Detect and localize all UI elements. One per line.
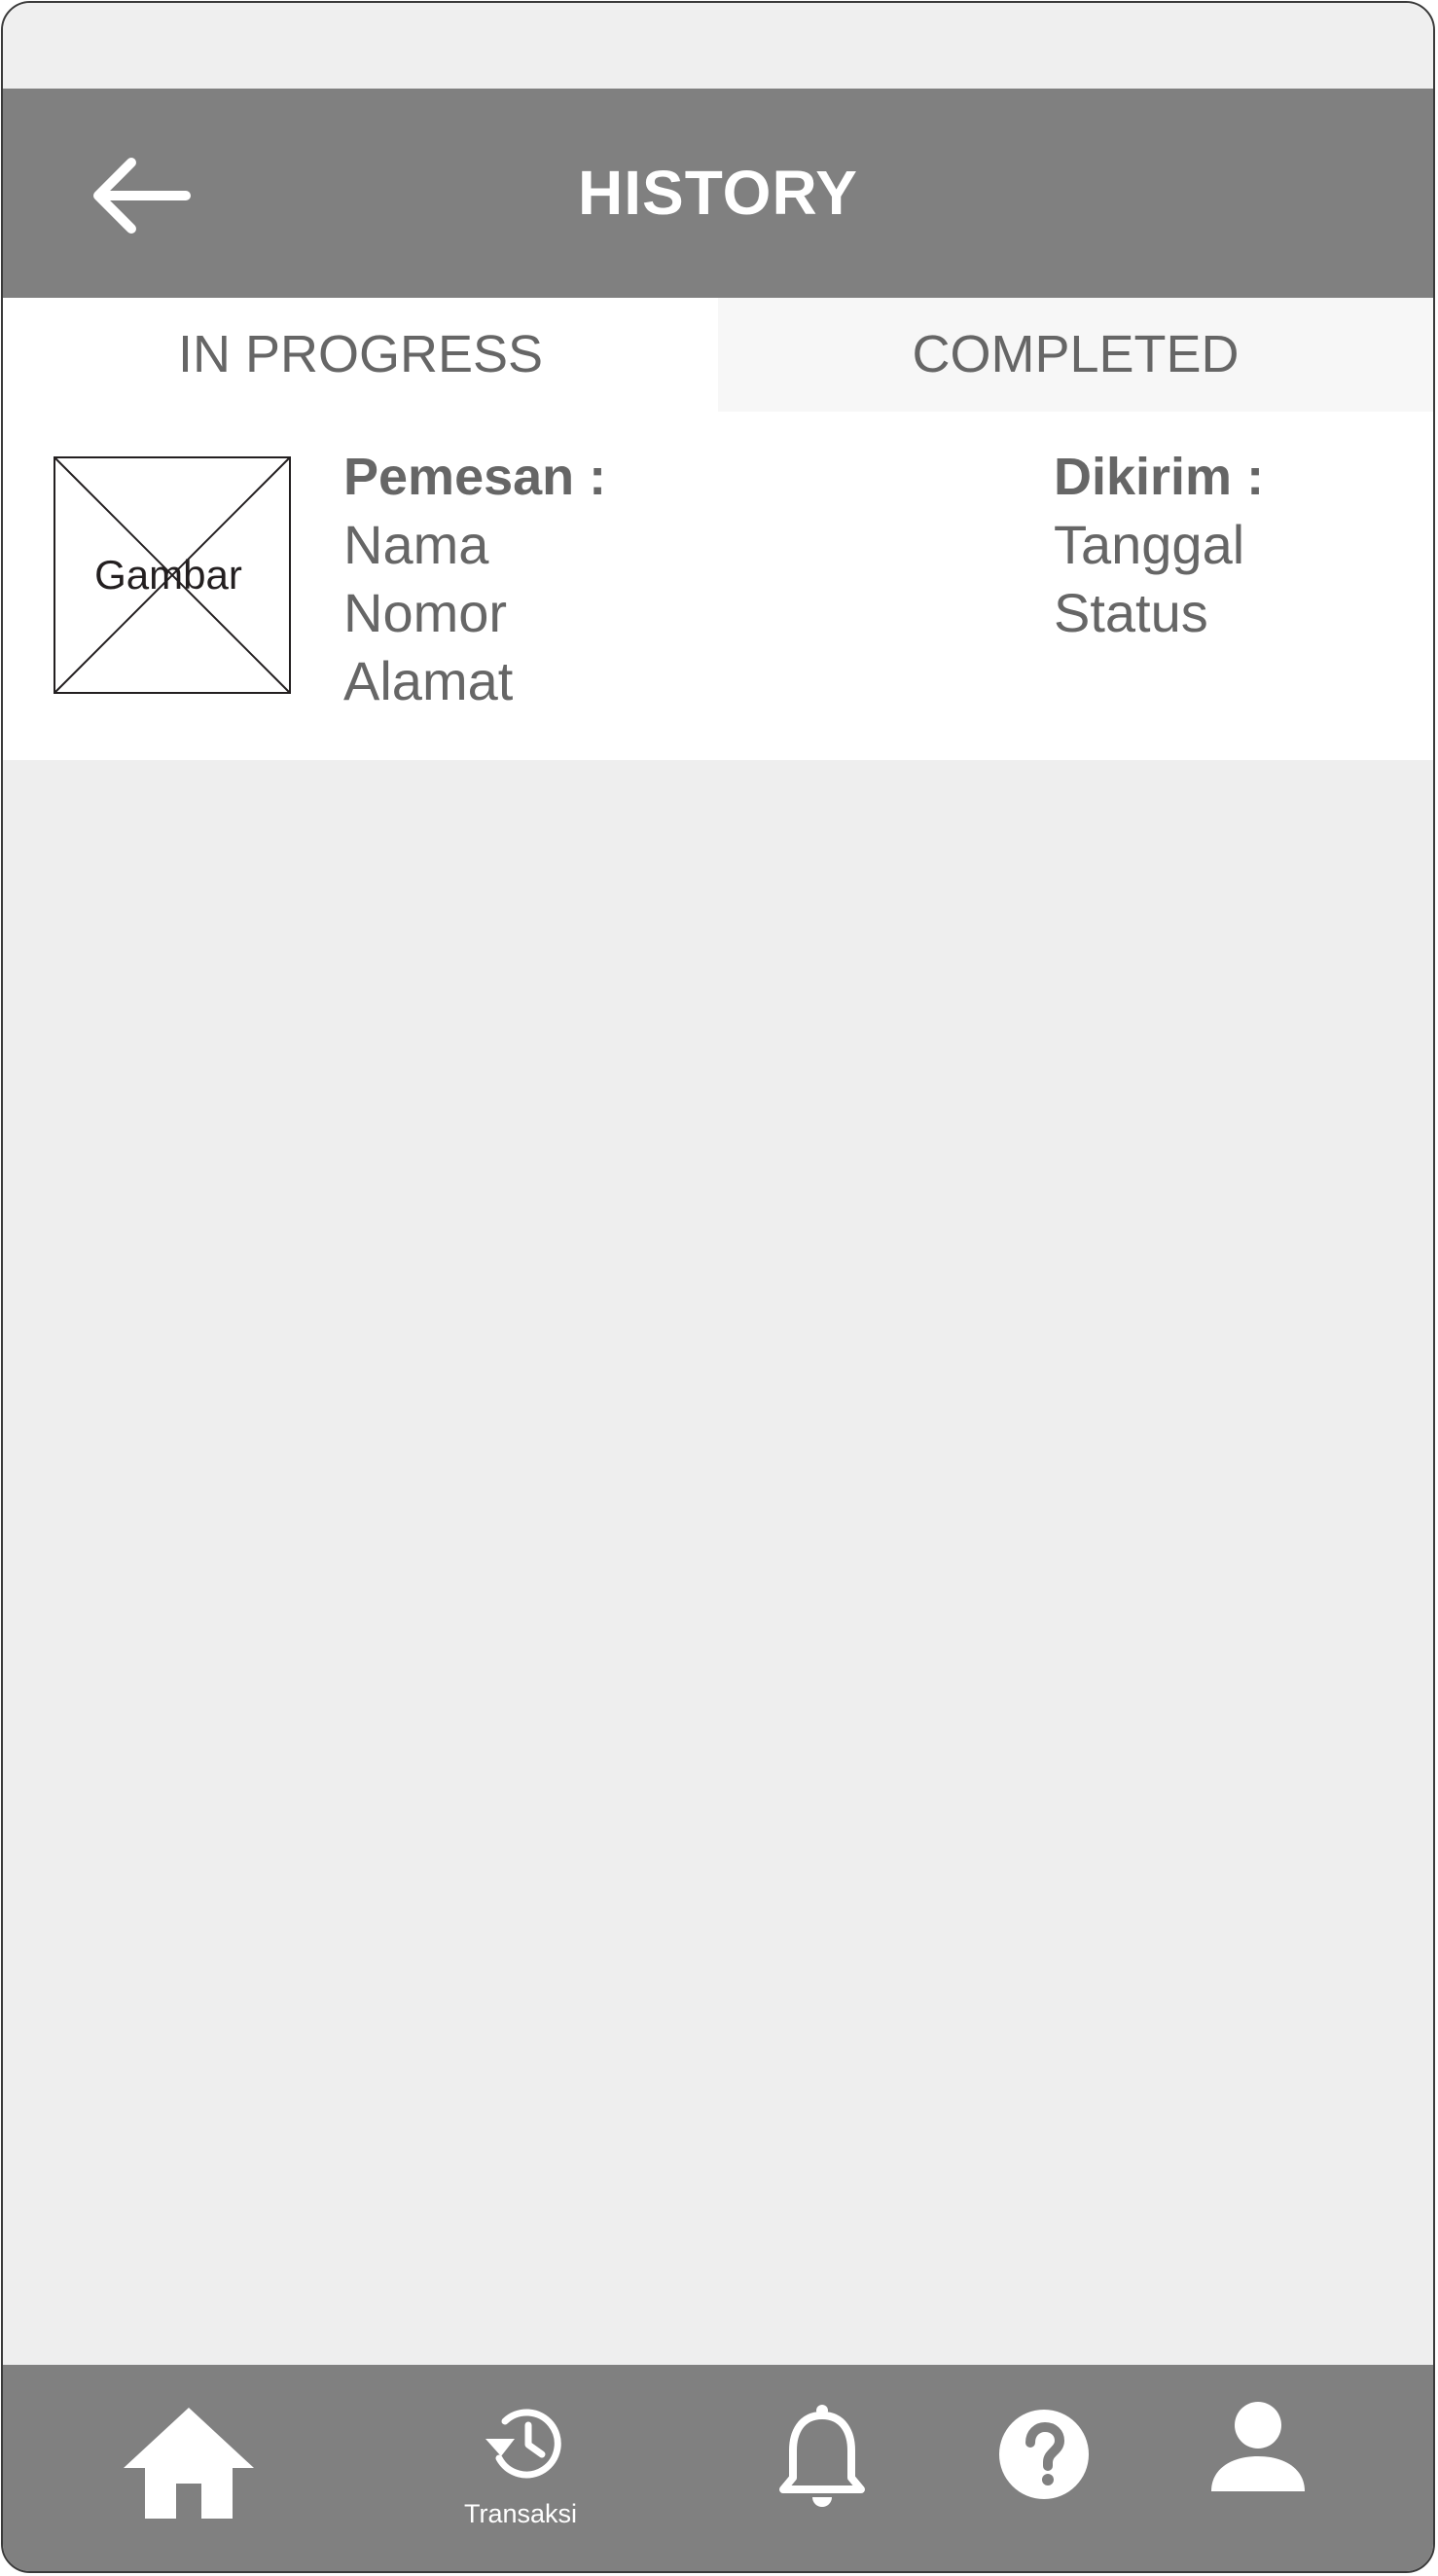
nav-transaksi[interactable]: Transaksi <box>464 2404 577 2540</box>
image-placeholder-label: Gambar <box>94 552 242 598</box>
arrow-left-icon <box>93 158 191 234</box>
shipping-date: Tanggal <box>1054 514 1245 575</box>
nav-transaksi-label: Transaksi <box>464 2499 578 2528</box>
orderer-heading: Pemesan : <box>343 448 607 506</box>
status-bar <box>3 3 1433 89</box>
user-icon <box>1211 2402 1305 2491</box>
page-title: HISTORY <box>578 158 858 228</box>
product-image-placeholder: Gambar <box>54 456 291 694</box>
shipping-info: Dikirim : Tanggal Status <box>1054 443 1264 647</box>
tab-bar: IN PROGRESS COMPLETED <box>3 298 1433 412</box>
back-button[interactable] <box>81 147 198 244</box>
order-card[interactable]: Gambar Pemesan : Nama Nomor Alamat Dikir… <box>3 412 1433 760</box>
tab-completed[interactable]: COMPLETED <box>718 298 1433 412</box>
nav-notifications[interactable] <box>777 2404 867 2509</box>
phone-frame: HISTORY IN PROGRESS COMPLETED Gambar Pem… <box>1 1 1435 2573</box>
orderer-address: Alamat <box>343 650 514 711</box>
history-icon <box>485 2409 561 2479</box>
nav-profile[interactable] <box>1209 2400 1307 2493</box>
orderer-name: Nama <box>343 514 489 575</box>
orderer-info: Pemesan : Nama Nomor Alamat <box>343 443 606 715</box>
shipping-status: Status <box>1054 582 1208 643</box>
bell-icon <box>779 2405 865 2507</box>
bottom-navigation: Transaksi <box>3 2365 1433 2571</box>
app-bar: HISTORY <box>3 89 1433 298</box>
tab-in-progress[interactable]: IN PROGRESS <box>3 298 718 412</box>
shipping-heading: Dikirim : <box>1054 448 1265 506</box>
home-icon <box>124 2408 254 2519</box>
help-icon <box>999 2410 1089 2499</box>
orderer-number: Nomor <box>343 582 508 643</box>
nav-help[interactable] <box>997 2408 1091 2501</box>
nav-home[interactable] <box>122 2404 256 2521</box>
